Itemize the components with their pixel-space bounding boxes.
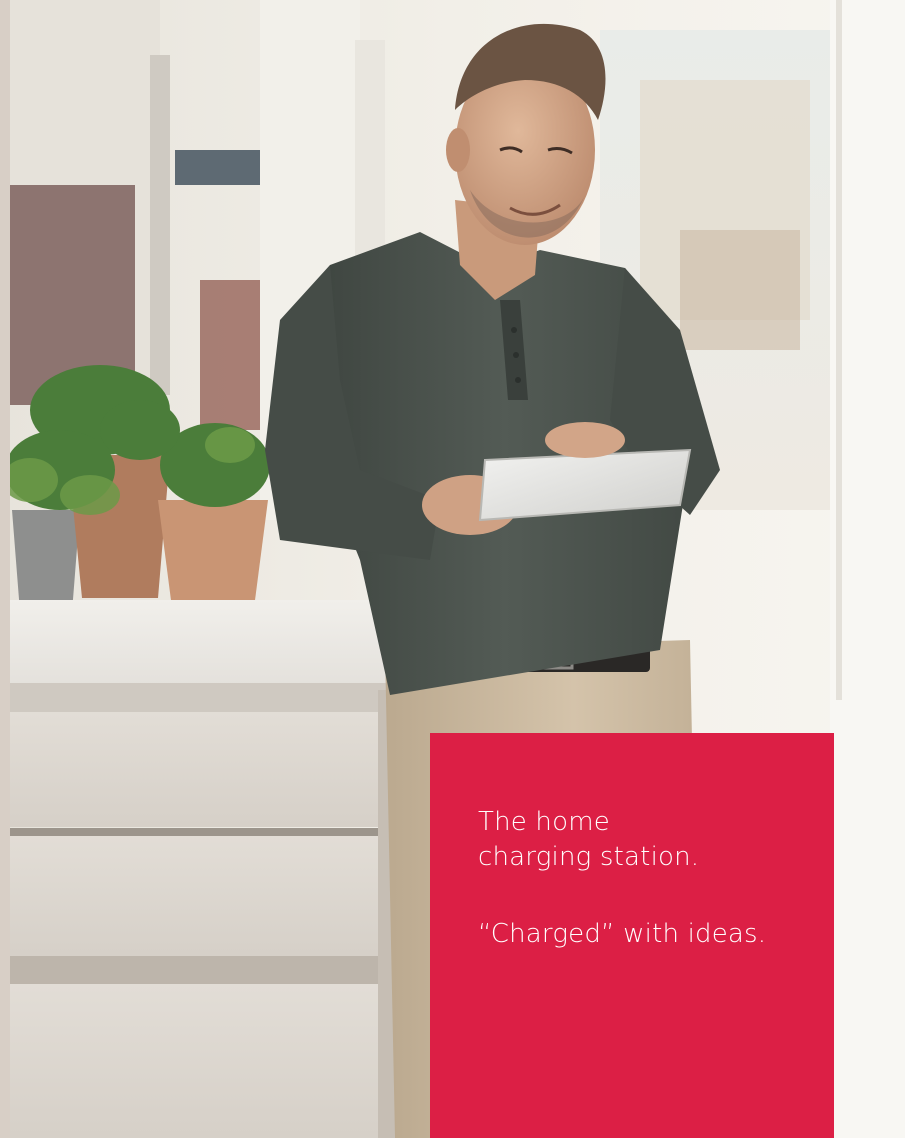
promo-tagline: “Charged” with ideas. (478, 919, 767, 949)
promo-panel: The home charging station. “Charged” wit… (430, 733, 834, 1138)
promo-heading-line2: charging station. (478, 842, 700, 872)
left-edge-strip (0, 0, 10, 1138)
promo-heading-line1: The home (478, 807, 610, 837)
promo-spacer (478, 875, 834, 917)
page: The home charging station. “Charged” wit… (0, 0, 905, 1138)
